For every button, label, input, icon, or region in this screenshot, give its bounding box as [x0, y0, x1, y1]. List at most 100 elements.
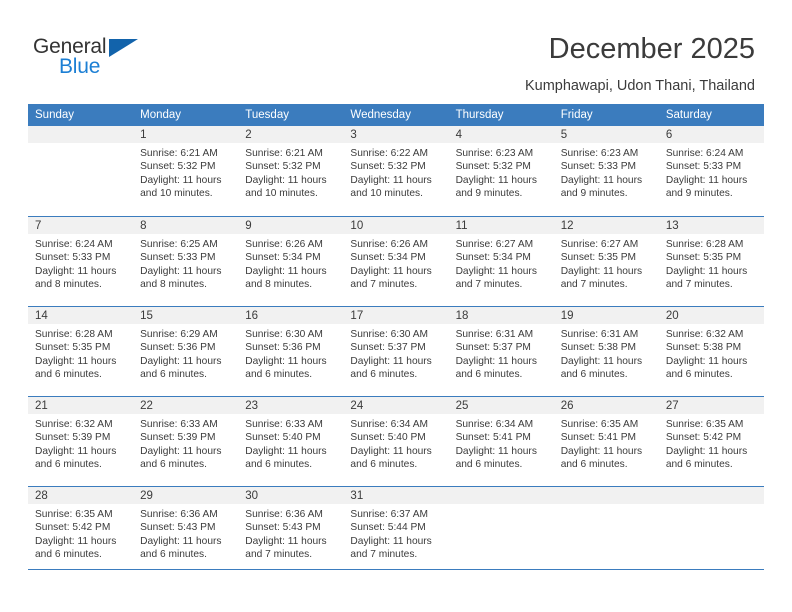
calendar-day-cell[interactable]: 20 Sunrise: 6:32 AM Sunset: 5:38 PM Dayl…	[658, 306, 764, 396]
calendar-day-cell[interactable]: 21 Sunrise: 6:32 AM Sunset: 5:39 PM Dayl…	[28, 396, 134, 486]
daylight-text-line1: Daylight: 11 hours	[455, 174, 537, 186]
weekday-header-sunday: Sunday	[28, 104, 134, 126]
page-title: December 2025	[548, 33, 755, 65]
sunset-text: Sunset: 5:40 PM	[350, 432, 426, 444]
day-number	[553, 487, 659, 504]
weekday-header-wednesday: Wednesday	[343, 104, 449, 126]
sunset-text: Sunset: 5:41 PM	[455, 432, 531, 444]
calendar-day-cell[interactable]: 11 Sunrise: 6:27 AM Sunset: 5:34 PM Dayl…	[448, 216, 554, 306]
sunset-text: Sunset: 5:32 PM	[350, 161, 426, 173]
calendar-day-cell[interactable]: 26 Sunrise: 6:35 AM Sunset: 5:41 PM Dayl…	[553, 396, 659, 486]
daylight-text-line1: Daylight: 11 hours	[455, 355, 537, 367]
calendar-day-cell[interactable]: 16 Sunrise: 6:30 AM Sunset: 5:36 PM Dayl…	[238, 306, 344, 396]
calendar-day-cell[interactable]: 27 Sunrise: 6:35 AM Sunset: 5:42 PM Dayl…	[658, 396, 764, 486]
calendar-week-row: 28 Sunrise: 6:35 AM Sunset: 5:42 PM Dayl…	[28, 486, 764, 576]
sunset-text: Sunset: 5:34 PM	[455, 252, 531, 264]
sunrise-text: Sunrise: 6:23 AM	[560, 148, 639, 159]
calendar-day-cell[interactable]: 18 Sunrise: 6:31 AM Sunset: 5:37 PM Dayl…	[448, 306, 554, 396]
calendar-page: General Blue December 2025 Kumphawapi, U…	[0, 0, 792, 612]
day-details: Sunrise: 6:35 AM Sunset: 5:42 PM Dayligh…	[658, 414, 764, 472]
calendar-day-cell[interactable]: 31 Sunrise: 6:37 AM Sunset: 5:44 PM Dayl…	[343, 486, 449, 576]
calendar-day-cell[interactable]: 22 Sunrise: 6:33 AM Sunset: 5:39 PM Dayl…	[133, 396, 239, 486]
calendar-day-cell[interactable]	[658, 486, 764, 576]
daylight-text-line1: Daylight: 11 hours	[350, 535, 432, 547]
calendar-day-cell[interactable]	[28, 126, 134, 216]
calendar-day-cell[interactable]: 17 Sunrise: 6:30 AM Sunset: 5:37 PM Dayl…	[343, 306, 449, 396]
day-details: Sunrise: 6:37 AM Sunset: 5:44 PM Dayligh…	[343, 504, 449, 562]
daylight-text-line2: and 9 minutes.	[455, 188, 523, 200]
calendar-day-cell[interactable]: 13 Sunrise: 6:28 AM Sunset: 5:35 PM Dayl…	[658, 216, 764, 306]
calendar-day-cell[interactable]: 9 Sunrise: 6:26 AM Sunset: 5:34 PM Dayli…	[238, 216, 344, 306]
sunrise-text: Sunrise: 6:37 AM	[350, 509, 429, 520]
sunset-text: Sunset: 5:39 PM	[140, 432, 216, 444]
day-details	[28, 143, 134, 147]
general-blue-logo[interactable]: General Blue	[33, 36, 183, 84]
daylight-text-line1: Daylight: 11 hours	[455, 445, 537, 457]
calendar-day-cell[interactable]: 30 Sunrise: 6:36 AM Sunset: 5:43 PM Dayl…	[238, 486, 344, 576]
calendar-day-cell[interactable]	[553, 486, 659, 576]
sunrise-text: Sunrise: 6:35 AM	[560, 419, 639, 430]
calendar-day-cell[interactable]: 4 Sunrise: 6:23 AM Sunset: 5:32 PM Dayli…	[448, 126, 554, 216]
calendar-day-cell[interactable]: 8 Sunrise: 6:25 AM Sunset: 5:33 PM Dayli…	[133, 216, 239, 306]
calendar-day-cell[interactable]: 3 Sunrise: 6:22 AM Sunset: 5:32 PM Dayli…	[343, 126, 449, 216]
calendar-day-cell[interactable]: 10 Sunrise: 6:26 AM Sunset: 5:34 PM Dayl…	[343, 216, 449, 306]
sunset-text: Sunset: 5:37 PM	[350, 342, 426, 354]
sunrise-text: Sunrise: 6:26 AM	[245, 239, 323, 250]
calendar-day-cell[interactable]: 6 Sunrise: 6:24 AM Sunset: 5:33 PM Dayli…	[658, 126, 764, 216]
daylight-text-line2: and 7 minutes.	[560, 279, 628, 291]
calendar-day-cell[interactable]: 23 Sunrise: 6:33 AM Sunset: 5:40 PM Dayl…	[238, 396, 344, 486]
daylight-text-line2: and 9 minutes.	[560, 188, 628, 200]
daylight-text-line1: Daylight: 11 hours	[455, 265, 537, 277]
sunset-text: Sunset: 5:36 PM	[140, 342, 216, 354]
calendar-day-cell[interactable]: 7 Sunrise: 6:24 AM Sunset: 5:33 PM Dayli…	[28, 216, 134, 306]
day-details: Sunrise: 6:27 AM Sunset: 5:34 PM Dayligh…	[448, 234, 554, 292]
calendar-day-cell[interactable]: 19 Sunrise: 6:31 AM Sunset: 5:38 PM Dayl…	[553, 306, 659, 396]
sunrise-text: Sunrise: 6:36 AM	[140, 509, 218, 520]
calendar-day-cell[interactable]: 14 Sunrise: 6:28 AM Sunset: 5:35 PM Dayl…	[28, 306, 134, 396]
calendar-day-cell[interactable]: 15 Sunrise: 6:29 AM Sunset: 5:36 PM Dayl…	[133, 306, 239, 396]
weekday-header-friday: Friday	[553, 104, 659, 126]
sunrise-text: Sunrise: 6:21 AM	[245, 148, 323, 159]
calendar-day-cell[interactable]: 2 Sunrise: 6:21 AM Sunset: 5:32 PM Dayli…	[238, 126, 344, 216]
daylight-text-line1: Daylight: 11 hours	[665, 355, 748, 367]
day-number: 5	[553, 126, 659, 143]
day-number: 11	[448, 217, 554, 234]
day-details: Sunrise: 6:24 AM Sunset: 5:33 PM Dayligh…	[658, 143, 764, 201]
day-details: Sunrise: 6:28 AM Sunset: 5:35 PM Dayligh…	[658, 234, 764, 292]
sunset-text: Sunset: 5:34 PM	[245, 252, 321, 264]
sunset-text: Sunset: 5:42 PM	[35, 522, 111, 534]
weekday-header-thursday: Thursday	[448, 104, 554, 126]
sunrise-text: Sunrise: 6:24 AM	[665, 148, 744, 159]
sunset-text: Sunset: 5:44 PM	[350, 522, 426, 534]
daylight-text-line1: Daylight: 11 hours	[140, 355, 222, 367]
daylight-text-line1: Daylight: 11 hours	[140, 174, 222, 186]
day-details: Sunrise: 6:22 AM Sunset: 5:32 PM Dayligh…	[343, 143, 449, 201]
day-number: 17	[343, 307, 449, 324]
daylight-text-line2: and 7 minutes.	[350, 549, 418, 561]
day-details: Sunrise: 6:30 AM Sunset: 5:37 PM Dayligh…	[343, 324, 449, 382]
sunrise-text: Sunrise: 6:35 AM	[35, 509, 113, 520]
day-number: 8	[133, 217, 239, 234]
calendar-day-cell[interactable]: 29 Sunrise: 6:36 AM Sunset: 5:43 PM Dayl…	[133, 486, 239, 576]
day-details: Sunrise: 6:28 AM Sunset: 5:35 PM Dayligh…	[28, 324, 134, 382]
calendar-weekday-header: Sunday Monday Tuesday Wednesday Thursday…	[28, 104, 764, 126]
calendar-day-cell[interactable]: 5 Sunrise: 6:23 AM Sunset: 5:33 PM Dayli…	[553, 126, 659, 216]
daylight-text-line2: and 8 minutes.	[35, 279, 102, 291]
logo-triangle-icon	[109, 39, 138, 57]
daylight-text-line2: and 6 minutes.	[560, 369, 628, 381]
day-number: 14	[28, 307, 134, 324]
daylight-text-line1: Daylight: 11 hours	[560, 174, 643, 186]
calendar-day-cell[interactable]: 24 Sunrise: 6:34 AM Sunset: 5:40 PM Dayl…	[343, 396, 449, 486]
sunset-text: Sunset: 5:43 PM	[245, 522, 321, 534]
calendar-day-cell[interactable]	[448, 486, 554, 576]
sunset-text: Sunset: 5:39 PM	[35, 432, 111, 444]
calendar-day-cell[interactable]: 25 Sunrise: 6:34 AM Sunset: 5:41 PM Dayl…	[448, 396, 554, 486]
day-number: 26	[553, 397, 659, 414]
sunset-text: Sunset: 5:40 PM	[245, 432, 321, 444]
calendar-day-cell[interactable]: 1 Sunrise: 6:21 AM Sunset: 5:32 PM Dayli…	[133, 126, 239, 216]
calendar-day-cell[interactable]: 28 Sunrise: 6:35 AM Sunset: 5:42 PM Dayl…	[28, 486, 134, 576]
daylight-text-line2: and 6 minutes.	[665, 459, 733, 471]
calendar-day-cell[interactable]: 12 Sunrise: 6:27 AM Sunset: 5:35 PM Dayl…	[553, 216, 659, 306]
sunrise-text: Sunrise: 6:33 AM	[140, 419, 218, 430]
page-subtitle-location: Kumphawapi, Udon Thani, Thailand	[524, 78, 755, 94]
